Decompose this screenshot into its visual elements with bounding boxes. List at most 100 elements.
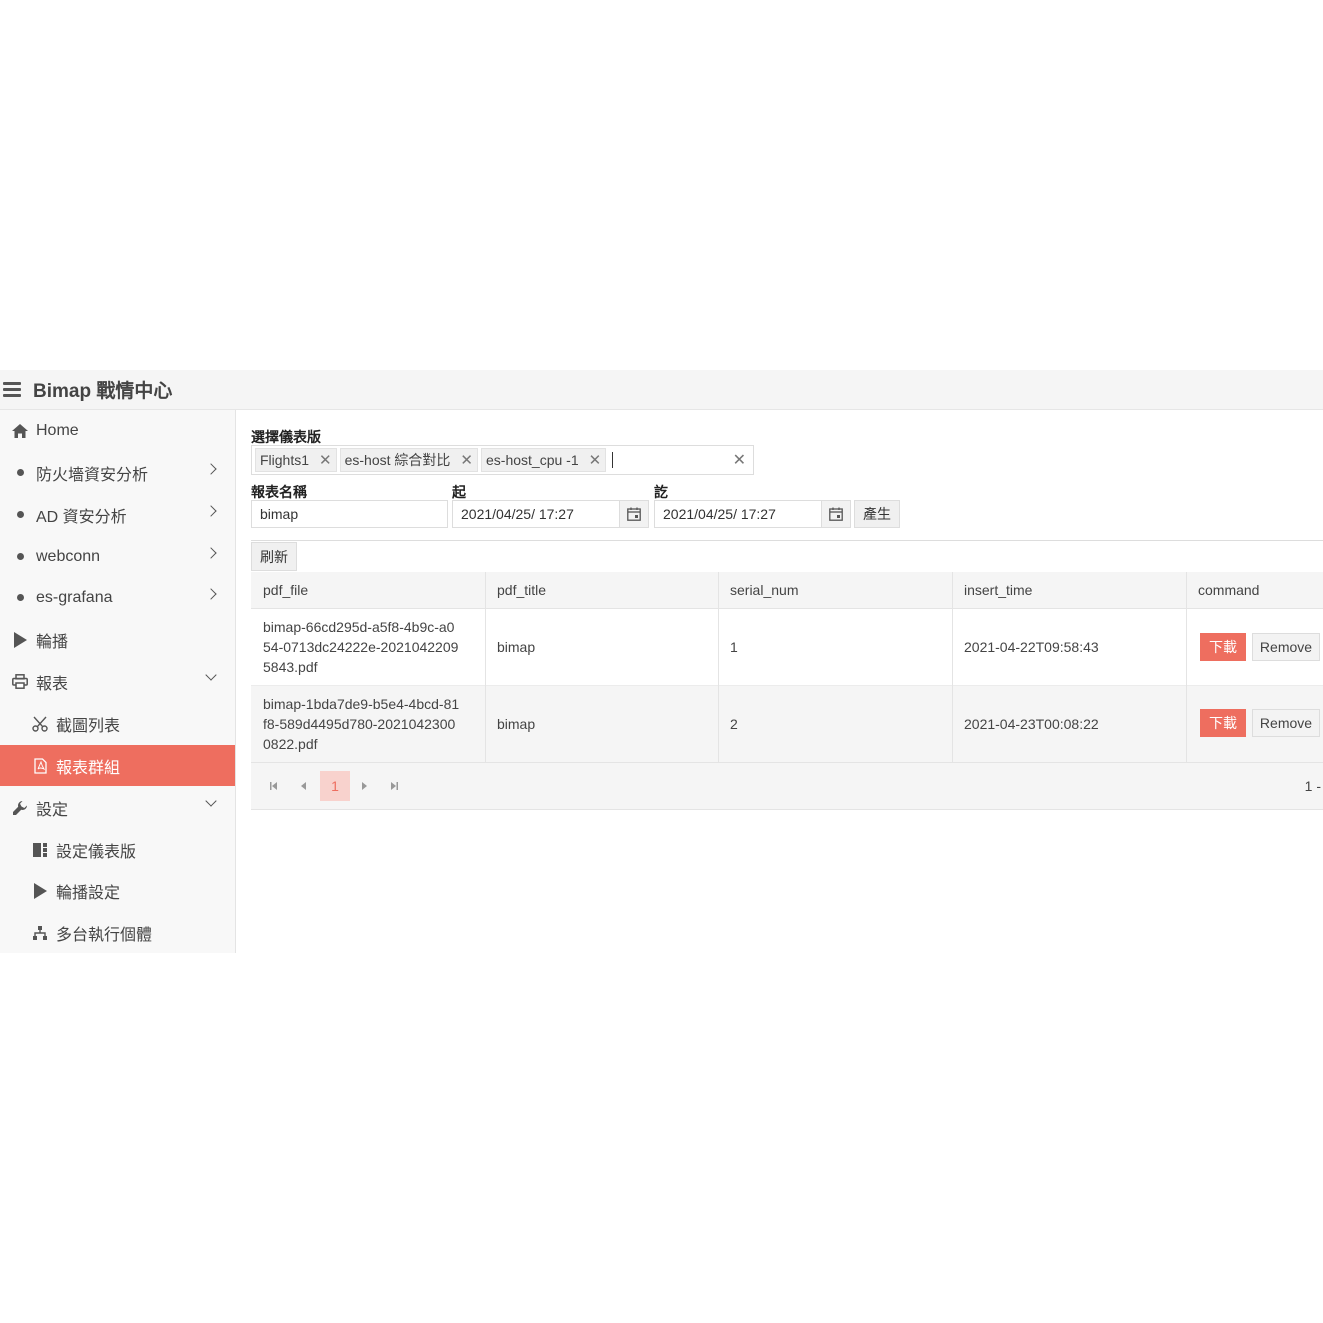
play-icon bbox=[12, 631, 28, 648]
sidebar-item-carousel-settings[interactable]: 輪播設定 bbox=[0, 870, 235, 911]
sidebar-item-label: webconn bbox=[36, 547, 101, 565]
sidebar-item-home[interactable]: Home bbox=[0, 410, 235, 451]
pdf-title-cell: bimap bbox=[497, 639, 536, 655]
end-date-input[interactable]: 2021/04/25/ 17:27 bbox=[654, 500, 851, 528]
sidebar-item-label: es-grafana bbox=[36, 588, 113, 606]
dashboard-chip: es-host 綜合對比 ✕ bbox=[339, 448, 478, 472]
table-row: bimap-66cd295d-a5f8-4b9c-a054-0713dc2422… bbox=[251, 609, 1323, 686]
serial-num-cell: 1 bbox=[730, 639, 738, 655]
sidebar-item-settings[interactable]: 設定 bbox=[0, 787, 235, 828]
refresh-button[interactable]: 刷新 bbox=[251, 542, 297, 571]
sidebar-item-report-groups[interactable]: 報表群組 bbox=[0, 745, 235, 786]
grid-header: pdf_file pdf_title serial_num insert_tim… bbox=[251, 572, 1323, 609]
main-content: 選擇儀表版 Flights1 ✕ es-host 綜合對比 ✕ es-host_… bbox=[251, 410, 1323, 953]
remove-chip-icon[interactable]: ✕ bbox=[319, 451, 332, 469]
end-label: 訖 bbox=[654, 484, 668, 500]
sidebar-item-es-grafana[interactable]: es-grafana bbox=[0, 577, 235, 618]
sidebar-item-instances[interactable]: 多台執行個體 bbox=[0, 912, 235, 953]
sidebar-item-label: 輪播 bbox=[36, 633, 69, 651]
dashboard-chip: es-host_cpu -1 ✕ bbox=[481, 448, 607, 472]
column-divider bbox=[718, 572, 719, 762]
app-window: Bimap 戰情中心 Home 防火墻資安分析 AD 資安分析 webconn … bbox=[0, 370, 1323, 953]
chip-label: es-host_cpu -1 bbox=[486, 452, 579, 468]
scissors-icon bbox=[32, 716, 48, 732]
calendar-icon[interactable] bbox=[821, 501, 850, 527]
printer-icon bbox=[12, 674, 28, 689]
first-page-icon[interactable] bbox=[259, 771, 289, 801]
download-button[interactable]: 下載 bbox=[1200, 709, 1246, 737]
dot-icon bbox=[12, 469, 28, 476]
page-number-current[interactable]: 1 bbox=[320, 771, 350, 801]
sidebar: Home 防火墻資安分析 AD 資安分析 webconn es-grafana … bbox=[0, 410, 236, 953]
pdf-file-cell: bimap-1bda7de9-b5e4-4bcd-81f8-589d4495d7… bbox=[263, 696, 460, 752]
column-header-pdf-file[interactable]: pdf_file bbox=[251, 572, 485, 608]
pager-summary: 1 - bbox=[1304, 778, 1321, 794]
dot-icon bbox=[12, 511, 28, 518]
sidebar-item-firewall[interactable]: 防火墻資安分析 bbox=[0, 452, 235, 493]
sidebar-item-label: 防火墻資安分析 bbox=[36, 466, 149, 484]
pdf-file-cell: bimap-66cd295d-a5f8-4b9c-a054-0713dc2422… bbox=[263, 619, 459, 675]
sidebar-item-label: 報表 bbox=[36, 675, 69, 693]
network-icon bbox=[32, 925, 48, 940]
start-label: 起 bbox=[452, 484, 466, 500]
menu-icon[interactable] bbox=[3, 382, 21, 397]
dashboard-chip: Flights1 ✕ bbox=[255, 448, 337, 472]
pdf-title-cell: bimap bbox=[497, 716, 536, 732]
sidebar-item-label: 設定 bbox=[36, 801, 69, 819]
sidebar-item-label: Home bbox=[36, 421, 79, 439]
download-button[interactable]: 下載 bbox=[1200, 633, 1246, 661]
pdf-file-icon bbox=[32, 757, 48, 774]
insert-time-cell: 2021-04-23T00:08:22 bbox=[964, 716, 1099, 732]
last-page-icon[interactable] bbox=[379, 771, 409, 801]
remove-button[interactable]: Remove bbox=[1252, 709, 1320, 737]
remove-chip-icon[interactable]: ✕ bbox=[589, 451, 602, 469]
clear-icon[interactable]: ✕ bbox=[733, 450, 746, 470]
sidebar-item-ad[interactable]: AD 資安分析 bbox=[0, 494, 235, 535]
column-header-pdf-title[interactable]: pdf_title bbox=[485, 572, 718, 608]
top-bar: Bimap 戰情中心 bbox=[0, 370, 1323, 410]
generate-button[interactable]: 產生 bbox=[854, 500, 900, 528]
sidebar-item-webconn[interactable]: webconn bbox=[0, 536, 235, 577]
column-header-command[interactable]: command bbox=[1186, 572, 1323, 608]
calendar-icon[interactable] bbox=[619, 501, 648, 527]
sidebar-item-label: 截圖列表 bbox=[56, 717, 121, 735]
remove-chip-icon[interactable]: ✕ bbox=[460, 451, 473, 469]
column-divider bbox=[952, 572, 953, 762]
dashboard-multiselect[interactable]: Flights1 ✕ es-host 綜合對比 ✕ es-host_cpu -1… bbox=[251, 445, 754, 475]
text-caret bbox=[612, 452, 614, 468]
sidebar-item-label: 設定儀表版 bbox=[56, 843, 137, 861]
start-date-input[interactable]: 2021/04/25/ 17:27 bbox=[452, 500, 649, 528]
wrench-icon bbox=[12, 800, 28, 816]
report-name-input[interactable]: bimap bbox=[251, 500, 448, 528]
sidebar-item-dashboard-settings[interactable]: 設定儀表版 bbox=[0, 829, 235, 870]
column-header-insert-time[interactable]: insert_time bbox=[952, 572, 1186, 608]
sidebar-item-label: 輪播設定 bbox=[56, 884, 121, 902]
dashboard-icon bbox=[32, 842, 48, 857]
remove-button[interactable]: Remove bbox=[1252, 633, 1320, 661]
sidebar-item-label: 多台執行個體 bbox=[56, 926, 153, 944]
chevron-right-icon bbox=[205, 463, 217, 475]
sidebar-item-screenshots[interactable]: 截圖列表 bbox=[0, 703, 235, 744]
chevron-down-icon bbox=[205, 795, 217, 807]
chip-label: Flights1 bbox=[260, 452, 310, 468]
column-header-serial-num[interactable]: serial_num bbox=[718, 572, 952, 608]
table-row: bimap-1bda7de9-b5e4-4bcd-81f8-589d4495d7… bbox=[251, 686, 1323, 763]
chevron-down-icon bbox=[205, 669, 217, 681]
app-title: Bimap 戰情中心 bbox=[33, 381, 173, 402]
chevron-right-icon bbox=[205, 547, 217, 559]
chip-label: es-host 綜合對比 bbox=[344, 452, 451, 468]
sidebar-item-carousel[interactable]: 輪播 bbox=[0, 619, 235, 660]
column-divider bbox=[485, 572, 486, 762]
prev-page-icon[interactable] bbox=[289, 771, 319, 801]
dashboard-select-label: 選擇儀表版 bbox=[251, 429, 321, 445]
chevron-right-icon bbox=[205, 588, 217, 600]
next-page-icon[interactable] bbox=[349, 771, 379, 801]
sidebar-item-reports[interactable]: 報表 bbox=[0, 661, 235, 702]
column-divider bbox=[1186, 572, 1187, 762]
play-icon bbox=[32, 882, 48, 899]
pager: 1 1 - bbox=[251, 762, 1323, 810]
report-name-label: 報表名稱 bbox=[251, 484, 307, 500]
start-date-value: 2021/04/25/ 17:27 bbox=[461, 506, 574, 522]
serial-num-cell: 2 bbox=[730, 716, 738, 732]
home-icon bbox=[12, 423, 28, 438]
